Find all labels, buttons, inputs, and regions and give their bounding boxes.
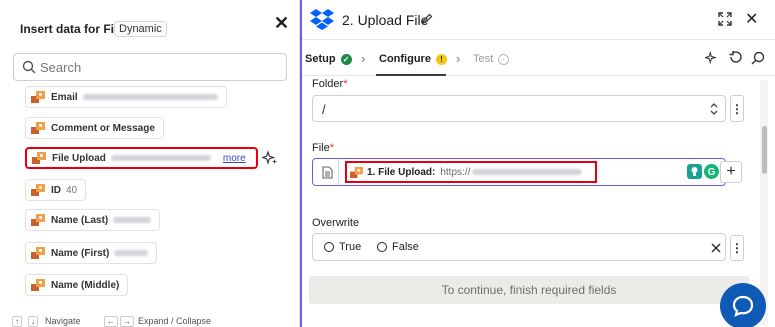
chevron-updown-icon	[710, 103, 718, 115]
radio-circle-icon	[377, 242, 387, 252]
item-label: Name (Middle)	[51, 279, 120, 291]
tab-setup[interactable]: Setup ✓	[305, 53, 352, 65]
item-label: ID	[51, 184, 61, 196]
field-options-icon[interactable]: ⋮	[730, 95, 744, 122]
step-title: 2. Upload File	[342, 12, 429, 28]
keyboard-hints: ↑ ↓ Navigate ← → Expand / Collapse	[0, 312, 300, 327]
list-item-name-last[interactable]: Name (Last)	[25, 209, 161, 231]
arrow-up-key-icon: ↑	[12, 316, 22, 327]
redacted-value	[472, 169, 583, 175]
folder-label: Folder*	[312, 78, 348, 90]
redacted-value	[113, 217, 152, 223]
navigate-hint: Navigate	[45, 316, 81, 326]
chat-bubble-icon[interactable]	[720, 283, 766, 327]
scrollbar[interactable]	[760, 80, 768, 325]
expand-hint: Expand / Collapse	[138, 316, 212, 326]
search-icon[interactable]	[751, 51, 765, 65]
file-upload-token[interactable]: 1. File Upload: https://	[345, 161, 597, 183]
item-label: Comment or Message	[51, 122, 155, 134]
scrollbar-thumb[interactable]	[762, 126, 767, 174]
token-value: https://	[440, 166, 471, 178]
panel-title: Insert data for File	[20, 22, 125, 36]
form-app-icon	[350, 166, 363, 178]
redacted-value	[114, 250, 149, 256]
tab-test[interactable]: Test ·	[473, 53, 510, 65]
form-app-icon	[31, 122, 45, 134]
radio-true[interactable]: True	[324, 241, 361, 253]
tab-configure[interactable]: Configure !	[379, 53, 447, 65]
step-tabs: Setup ✓ › Configure ! › Test ·	[302, 41, 775, 76]
search-icon	[22, 60, 36, 74]
item-value: 40	[66, 184, 78, 196]
pencil-icon[interactable]	[421, 13, 433, 25]
radio-false[interactable]: False	[377, 241, 419, 253]
expand-icon[interactable]	[718, 12, 732, 26]
form-app-icon	[31, 279, 45, 291]
active-tab-indicator	[376, 74, 446, 76]
item-label: File Upload	[52, 152, 106, 164]
list-item-name-first[interactable]: Name (First)	[25, 242, 158, 264]
chevron-right-icon: ›	[361, 51, 366, 66]
search-input[interactable]	[40, 58, 280, 76]
folder-select[interactable]: /	[312, 95, 726, 122]
undo-icon[interactable]	[728, 51, 742, 65]
form-app-icon	[31, 214, 45, 226]
close-icon[interactable]: ✕	[745, 9, 758, 29]
tab-label: Test	[473, 53, 494, 65]
item-label: Name (Last)	[51, 214, 109, 226]
step-header: 2. Upload File ✕	[302, 0, 775, 40]
insert-data-panel: Insert data for File Dynamic ✕ Email Com…	[0, 0, 300, 327]
list-item-id[interactable]: ID 40	[25, 179, 87, 201]
arrow-right-key-icon: →	[120, 316, 134, 327]
search-box[interactable]	[13, 53, 287, 81]
ai-sparkle-icon[interactable]	[705, 51, 719, 65]
step-editor-panel: 2. Upload File ✕ Setup ✓ › Configure ! ›…	[300, 0, 775, 327]
redacted-value	[110, 155, 211, 161]
item-label: Name (First)	[51, 247, 110, 259]
arrow-down-key-icon: ↓	[28, 316, 38, 327]
disabled-icon: ·	[498, 53, 510, 65]
lightbulb-icon[interactable]	[687, 164, 702, 179]
redacted-value	[82, 94, 218, 100]
add-icon[interactable]: +	[720, 161, 742, 183]
item-label: Email	[51, 91, 78, 103]
arrow-left-key-icon: ←	[104, 316, 118, 327]
overwrite-radio-group	[312, 233, 726, 261]
tab-label: Configure	[379, 53, 431, 65]
more-link[interactable]: more	[223, 153, 246, 164]
ai-sparkle-icon[interactable]	[258, 146, 282, 170]
radio-circle-icon	[324, 242, 334, 252]
form-app-icon	[31, 184, 45, 196]
tab-label: Setup	[305, 53, 336, 65]
chevron-right-icon: ›	[456, 51, 461, 66]
field-options-icon[interactable]: ⋮	[730, 235, 744, 261]
close-icon[interactable]: ✕	[274, 13, 289, 34]
token-label: 1. File Upload:	[367, 166, 436, 178]
list-item-name-middle[interactable]: Name (Middle)	[25, 274, 129, 296]
document-icon	[322, 166, 333, 179]
svg-text:G: G	[708, 167, 716, 178]
divider	[338, 159, 339, 185]
folder-value: /	[322, 102, 326, 117]
form-app-icon	[31, 247, 45, 259]
dropbox-logo-icon	[310, 9, 334, 30]
overwrite-label: Overwrite	[312, 217, 360, 229]
list-item-comment[interactable]: Comment or Message	[25, 117, 164, 139]
file-label: File*	[312, 142, 335, 154]
list-item-email[interactable]: Email	[25, 86, 227, 108]
warning-icon: !	[435, 53, 447, 65]
clear-icon[interactable]	[711, 243, 721, 253]
continue-button[interactable]: To continue, finish required fields	[309, 276, 749, 304]
check-icon: ✓	[340, 53, 352, 65]
dynamic-badge: Dynamic	[114, 21, 167, 37]
form-app-icon	[31, 91, 45, 103]
form-app-icon	[32, 152, 46, 164]
list-item-file-upload[interactable]: File Upload more	[25, 147, 258, 169]
grammarly-icon[interactable]: G	[704, 164, 719, 179]
